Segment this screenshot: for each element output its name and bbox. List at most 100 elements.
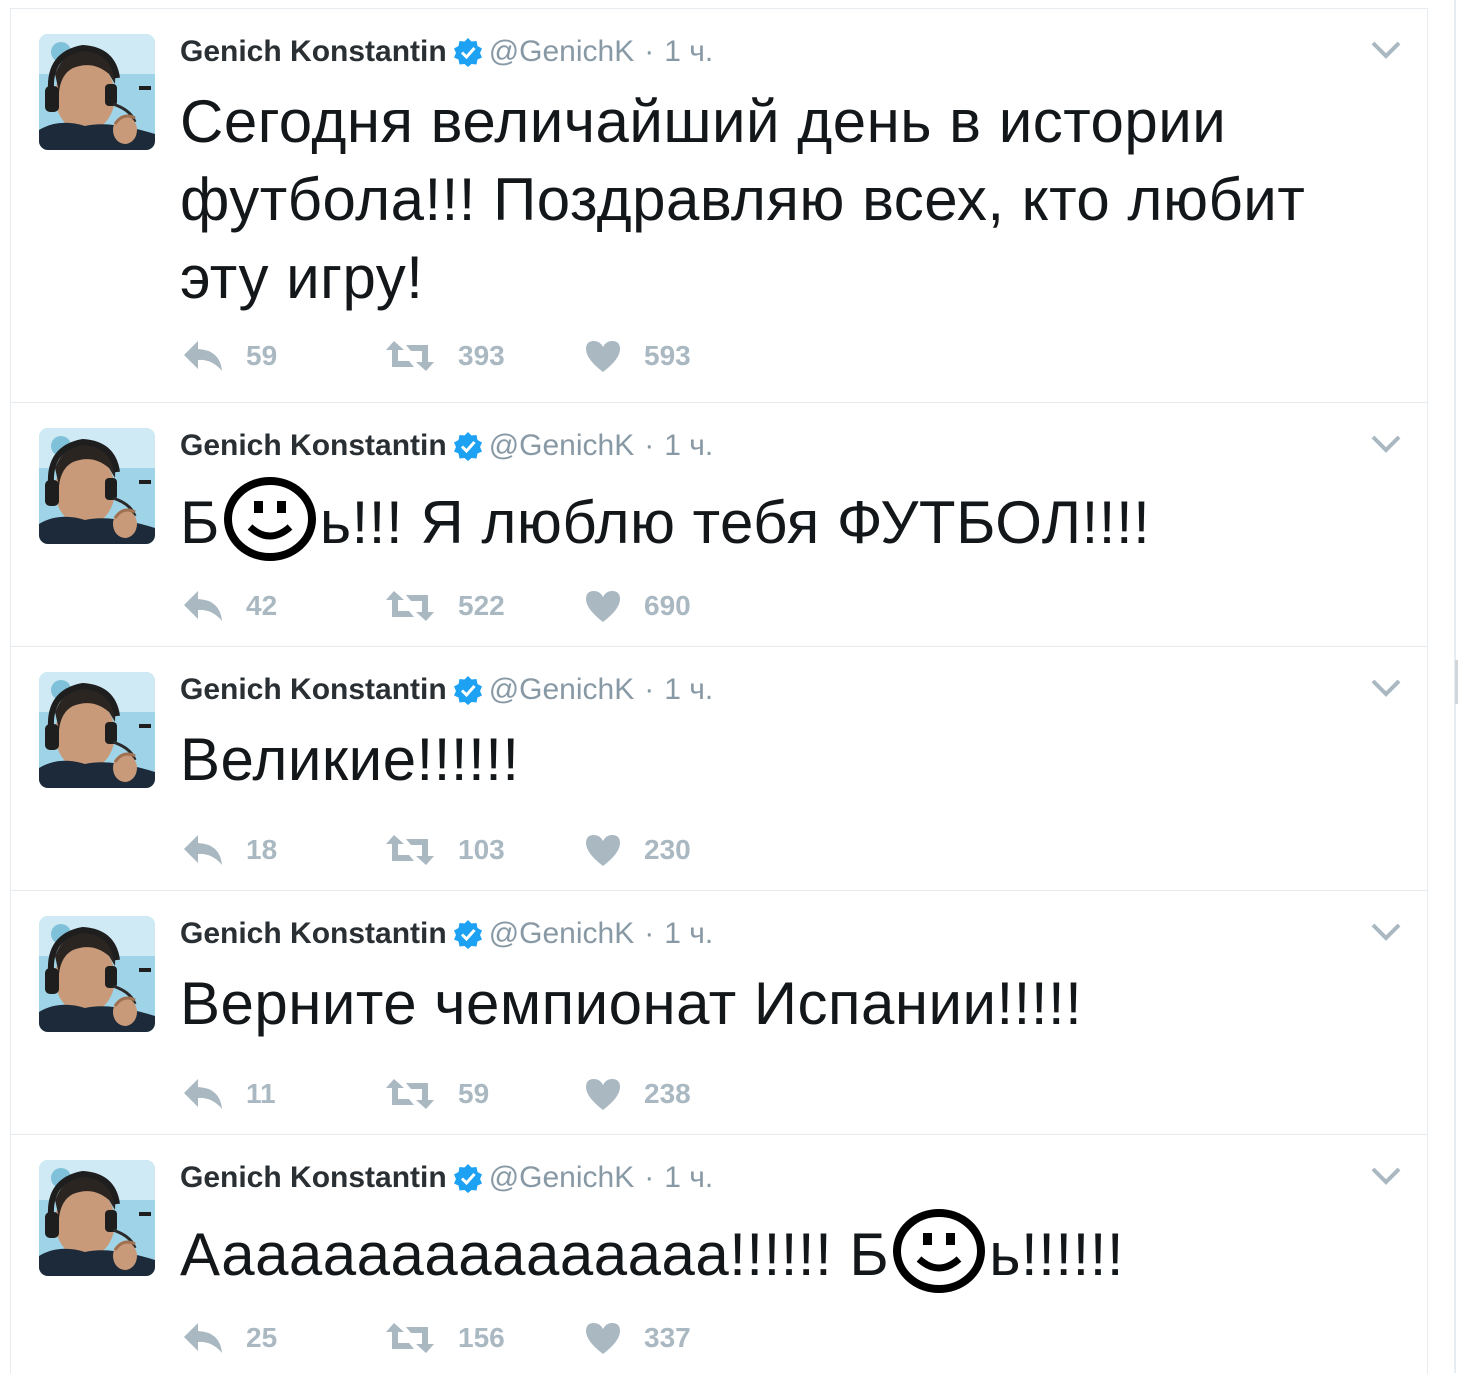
reply-icon [184, 835, 222, 865]
like-button[interactable]: 230 [584, 833, 691, 867]
separator-dot: · [644, 1161, 655, 1194]
tweet-text-part: Сегодня величайший день в истории футбол… [180, 88, 1306, 311]
retweet-count: 156 [458, 1322, 505, 1353]
user-handle[interactable]: @GenichK [489, 35, 635, 69]
retweet-icon [386, 341, 434, 371]
smiley-face-icon [893, 1209, 986, 1293]
heart-icon [586, 835, 620, 866]
like-count: 238 [644, 1078, 691, 1109]
reply-button[interactable]: 42 [182, 589, 277, 623]
avatar[interactable] [39, 34, 155, 150]
tweet-text-part: Верните чемпионат Испании!!!!! [180, 970, 1083, 1037]
reply-button[interactable]: 59 [182, 339, 277, 373]
tweet[interactable]: Genich Konstantin @GenichK · 1 ч. Велики… [11, 647, 1427, 891]
display-name[interactable]: Genich Konstantin [180, 35, 447, 69]
avatar[interactable] [39, 1160, 155, 1276]
timestamp[interactable]: 1 ч. [664, 1161, 713, 1195]
like-button[interactable]: 690 [584, 589, 691, 623]
user-handle[interactable]: @GenichK [489, 673, 635, 707]
tweet-text-part: Великие!!!!!! [180, 726, 520, 793]
tweet[interactable]: Genich Konstantin @GenichK · 1 ч. Сегодн… [11, 9, 1427, 403]
tweet[interactable]: Genich Konstantin @GenichK · 1 ч. Аааааа… [11, 1135, 1427, 1374]
separator-dot: · [644, 917, 655, 950]
user-handle[interactable]: @GenichK [489, 429, 635, 463]
chevron-down-icon[interactable] [1369, 433, 1403, 455]
like-count: 690 [644, 590, 691, 621]
like-count: 337 [644, 1322, 691, 1353]
retweet-button[interactable]: 156 [384, 1321, 505, 1355]
retweet-count: 522 [458, 590, 505, 621]
like-count: 593 [644, 340, 691, 371]
user-handle[interactable]: @GenichK [489, 1161, 635, 1195]
chevron-down-icon[interactable] [1369, 921, 1403, 943]
reply-icon [184, 591, 222, 621]
tweet-text: Бь!!! Я люблю тебя ФУТБОЛ!!!! [180, 477, 1400, 562]
reply-count: 59 [246, 340, 278, 371]
tweet[interactable]: Genich Konstantin @GenichK · 1 ч. Бь!!! … [11, 403, 1427, 647]
timestamp[interactable]: 1 ч. [664, 917, 713, 951]
reply-count: 18 [246, 834, 278, 865]
retweet-button[interactable]: 59 [384, 1077, 489, 1111]
display-name[interactable]: Genich Konstantin [180, 917, 447, 951]
tweet-text-part: Аааааааааааааааа!!!!!! Б [180, 1221, 890, 1288]
reply-icon [184, 1323, 222, 1353]
retweet-count: 103 [458, 834, 505, 865]
user-handle[interactable]: @GenichK [489, 917, 635, 951]
tweet-text-part: ь!!!!!! [989, 1221, 1125, 1288]
avatar[interactable] [39, 916, 155, 1032]
tweet-text: Великие!!!!!! [180, 721, 1400, 799]
scrollbar-thumb[interactable] [1455, 660, 1458, 704]
verified-badge-icon [453, 676, 482, 705]
retweet-button[interactable]: 393 [384, 339, 505, 373]
verified-badge-icon [453, 1164, 482, 1193]
verified-badge-icon [453, 38, 482, 67]
tweet-header: Genich Konstantin @GenichK · 1 ч. [180, 914, 713, 954]
separator-dot: · [644, 35, 655, 68]
verified-badge-icon [453, 920, 482, 949]
heart-icon [586, 1079, 620, 1110]
tweet-header: Genich Konstantin @GenichK · 1 ч. [180, 670, 713, 710]
avatar[interactable] [39, 672, 155, 788]
display-name[interactable]: Genich Konstantin [180, 1161, 447, 1195]
reply-button[interactable]: 18 [182, 833, 277, 867]
timestamp[interactable]: 1 ч. [664, 35, 713, 69]
retweet-button[interactable]: 103 [384, 833, 505, 867]
chevron-down-icon[interactable] [1369, 39, 1403, 61]
timeline: Genich Konstantin @GenichK · 1 ч. Сегодн… [10, 8, 1428, 1374]
separator-dot: · [644, 429, 655, 462]
tweet-header: Genich Konstantin @GenichK · 1 ч. [180, 32, 713, 72]
reply-button[interactable]: 25 [182, 1321, 277, 1355]
like-button[interactable]: 337 [584, 1321, 691, 1355]
heart-icon [586, 341, 620, 372]
tweet-text: Сегодня величайший день в истории футбол… [180, 83, 1400, 317]
chevron-down-icon[interactable] [1369, 677, 1403, 699]
tweet-header: Genich Konstantin @GenichK · 1 ч. [180, 426, 713, 466]
retweet-button[interactable]: 522 [384, 589, 505, 623]
chevron-down-icon[interactable] [1369, 1165, 1403, 1187]
avatar[interactable] [39, 428, 155, 544]
heart-icon [586, 1323, 620, 1354]
retweet-count: 393 [458, 340, 505, 371]
like-button[interactable]: 238 [584, 1077, 691, 1111]
retweet-icon [386, 591, 434, 621]
reply-count: 25 [246, 1322, 278, 1353]
retweet-count: 59 [458, 1078, 490, 1109]
heart-icon [586, 591, 620, 622]
retweet-icon [386, 835, 434, 865]
tweet[interactable]: Genich Konstantin @GenichK · 1 ч. Вернит… [11, 891, 1427, 1135]
display-name[interactable]: Genich Konstantin [180, 673, 447, 707]
tweet-text-part: ь!!! Я люблю тебя ФУТБОЛ!!!! [319, 489, 1151, 556]
smiley-face-icon [223, 477, 316, 561]
like-button[interactable]: 593 [584, 339, 691, 373]
display-name[interactable]: Genich Konstantin [180, 429, 447, 463]
reply-count: 42 [246, 590, 278, 621]
reply-count: 11 [246, 1078, 276, 1109]
tweet-text: Аааааааааааааааа!!!!!! Б ь!!!!!! [180, 1209, 1400, 1294]
verified-badge-icon [453, 432, 482, 461]
retweet-icon [386, 1323, 434, 1353]
tweet-header: Genich Konstantin @GenichK · 1 ч. [180, 1158, 713, 1198]
timestamp[interactable]: 1 ч. [664, 429, 713, 463]
tweet-text: Верните чемпионат Испании!!!!! [180, 965, 1400, 1043]
timestamp[interactable]: 1 ч. [664, 673, 713, 707]
reply-button[interactable]: 11 [182, 1077, 276, 1111]
